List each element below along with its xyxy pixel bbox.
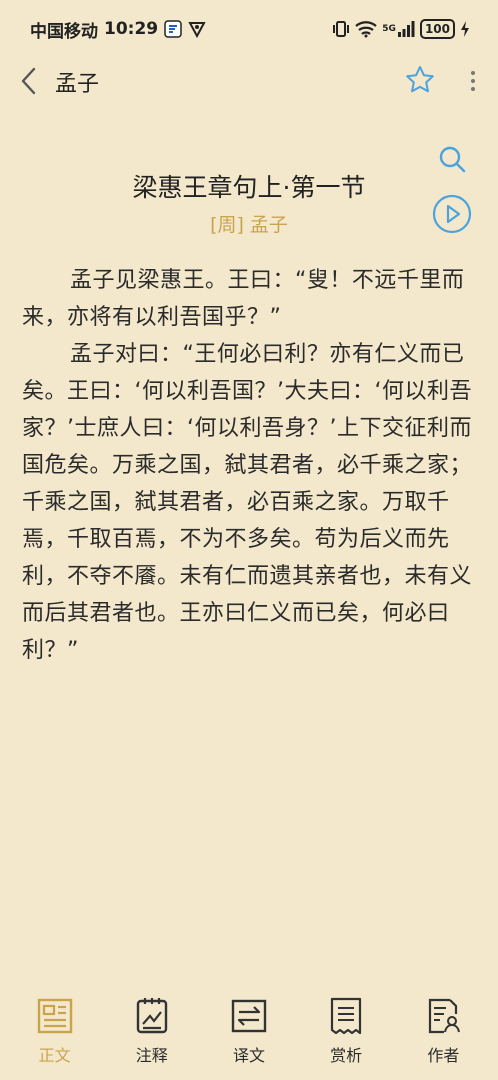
article-paragraph: 孟子见梁惠王。王曰：“叟！不远千里而来，亦将有以利吾国乎？” (22, 268, 465, 330)
notes-icon (136, 998, 167, 1034)
shield-notification-icon (188, 20, 206, 38)
tab-analysis[interactable]: 赏析 (301, 996, 391, 1080)
page-title: 孟子 (55, 72, 100, 97)
tab-main-text[interactable]: 正文 (10, 996, 100, 1080)
signal-icon: 5G (382, 20, 415, 38)
app-notification-icon (164, 20, 182, 38)
chevron-left-icon (21, 67, 36, 95)
more-vertical-icon (471, 71, 475, 91)
analysis-icon (331, 997, 362, 1035)
tab-label: 赏析 (330, 1046, 363, 1065)
translate-icon (231, 999, 267, 1033)
status-bar-left: 中国移动 10:29 (30, 17, 206, 42)
tab-author[interactable]: 作者 (398, 996, 488, 1080)
battery-indicator: 100 (419, 19, 455, 39)
wifi-icon (355, 20, 377, 38)
tab-translation[interactable]: 译文 (204, 996, 294, 1080)
vibrate-icon (332, 20, 350, 38)
status-bar-right: 5G 100 (332, 19, 470, 39)
favorite-button[interactable] (404, 64, 436, 96)
tab-notes[interactable]: 注释 (107, 996, 197, 1080)
carrier-name: 中国移动 (30, 21, 98, 42)
star-icon (406, 66, 434, 93)
tab-label: 作者 (427, 1046, 460, 1065)
author-icon (429, 998, 461, 1034)
article-paragraph: 孟子对曰：“王何必曰利？亦有仁义而已矣。王曰：‘何以利吾国？’大夫曰：‘何以利吾… (22, 342, 473, 663)
article-title: 梁惠王章句上·第一节 (132, 173, 366, 202)
tab-label: 注释 (135, 1046, 168, 1065)
network-type: 5G (382, 24, 396, 34)
more-options-button[interactable] (464, 68, 482, 94)
tab-label: 正文 (38, 1046, 71, 1065)
article-icon (37, 998, 72, 1034)
charging-icon (460, 20, 470, 38)
battery-level: 100 (424, 22, 450, 36)
clock: 10:29 (104, 19, 159, 39)
article-author[interactable]: [周] 孟子 (0, 210, 498, 237)
bottom-nav: 正文 注释 译文 赏析 作者 (0, 996, 498, 1080)
back-button[interactable] (16, 66, 44, 96)
tab-label: 译文 (232, 1046, 265, 1065)
app-header: 孟子 (0, 58, 498, 104)
status-bar: 中国移动 10:29 5G 100 (0, 0, 498, 58)
article-body: 孟子见梁惠王。王曰：“叟！不远千里而来，亦将有以利吾国乎？” 孟子对曰：“王何必… (22, 262, 478, 669)
